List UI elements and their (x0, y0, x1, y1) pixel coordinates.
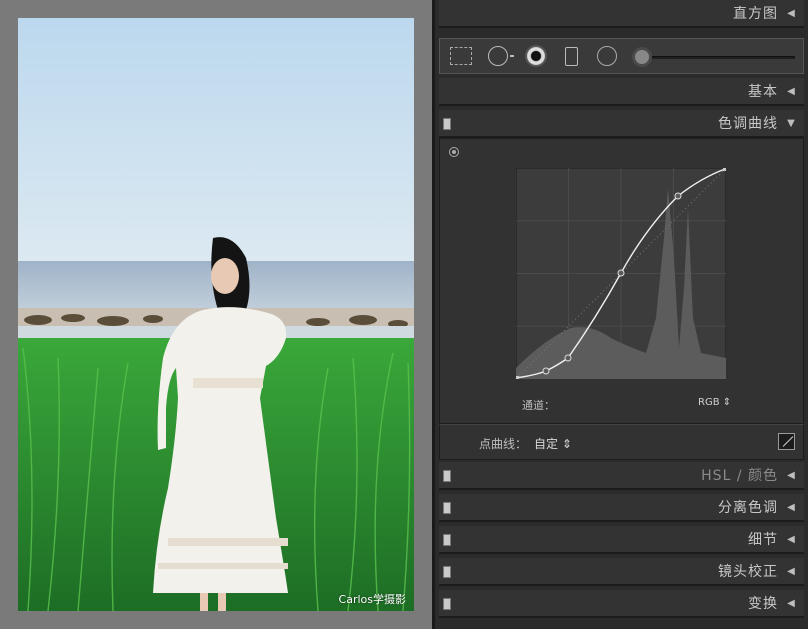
hsl-title: HSL / 颜色 (701, 468, 778, 484)
photo-canvas: Carlos学摄影 (0, 0, 432, 629)
transform-title: 变换 (748, 596, 778, 612)
point-curve-row: 点曲线： 自定 ⇕ (439, 424, 804, 460)
transform-header[interactable]: 变换 ◀ (439, 590, 804, 618)
detail-header[interactable]: 细节 ◀ (439, 526, 804, 554)
photo-image (18, 18, 414, 611)
point-curve-select[interactable]: 自定 ⇕ (534, 435, 572, 452)
graduated-filter-icon[interactable] (565, 47, 578, 66)
lens-correction-title: 镜头校正 (718, 564, 778, 580)
red-eye-icon[interactable] (525, 45, 547, 67)
collapse-icon: ◀ (787, 85, 795, 97)
hsl-header[interactable]: HSL / 颜色 ◀ (439, 462, 804, 490)
targeted-adjustment-icon[interactable] (449, 147, 459, 157)
tone-curve-header[interactable]: 色调曲线 ▼ (439, 110, 804, 138)
histogram-header[interactable]: 直方图 ◀ (439, 0, 804, 28)
point-curve-label: 点曲线： (479, 437, 528, 451)
tone-curve-panel: 通道： RGB ⇕ (439, 138, 804, 424)
split-toning-title: 分离色调 (718, 500, 778, 516)
collapse-icon: ◀ (787, 533, 795, 545)
collapse-icon: ◀ (787, 469, 795, 481)
crop-icon[interactable] (450, 47, 472, 65)
edit-point-curve-icon[interactable] (778, 433, 795, 450)
split-toning-header[interactable]: 分离色调 ◀ (439, 494, 804, 522)
channel-select[interactable]: RGB ⇕ (698, 397, 731, 408)
spot-removal-icon[interactable] (488, 46, 514, 66)
collapse-icon: ◀ (787, 565, 795, 577)
tone-curve-title: 色调曲线 (718, 116, 778, 132)
radial-filter-icon[interactable] (597, 46, 617, 66)
develop-panel: 直方图 ◀ 基本 ◀ 色调曲线 ▼ 通道： RGB ⇕ 点曲线： 自定 ⇕ HS… (435, 0, 808, 629)
panel-toggle-switch[interactable] (443, 118, 451, 130)
adjustment-brush-icon[interactable] (635, 50, 649, 64)
collapse-icon: ◀ (787, 597, 795, 609)
panel-toggle-switch[interactable] (443, 470, 451, 482)
panel-toggle-switch[interactable] (443, 502, 451, 514)
tool-strip (439, 38, 804, 74)
histogram-title: 直方图 (733, 6, 778, 22)
detail-title: 细节 (748, 532, 778, 548)
panel-toggle-switch[interactable] (443, 598, 451, 610)
basic-header[interactable]: 基本 ◀ (439, 78, 804, 106)
basic-title: 基本 (748, 84, 778, 100)
tone-curve-graph[interactable] (516, 168, 726, 379)
collapse-icon: ◀ (787, 501, 795, 513)
tool-slider[interactable] (647, 56, 795, 59)
photo: Carlos学摄影 (18, 18, 414, 611)
watermark: Carlos学摄影 (338, 593, 406, 606)
panel-toggle-switch[interactable] (443, 534, 451, 546)
expand-icon: ▼ (787, 117, 795, 129)
collapse-icon: ◀ (787, 7, 795, 19)
lens-correction-header[interactable]: 镜头校正 ◀ (439, 558, 804, 586)
channel-label: 通道： (522, 399, 555, 412)
panel-toggle-switch[interactable] (443, 566, 451, 578)
